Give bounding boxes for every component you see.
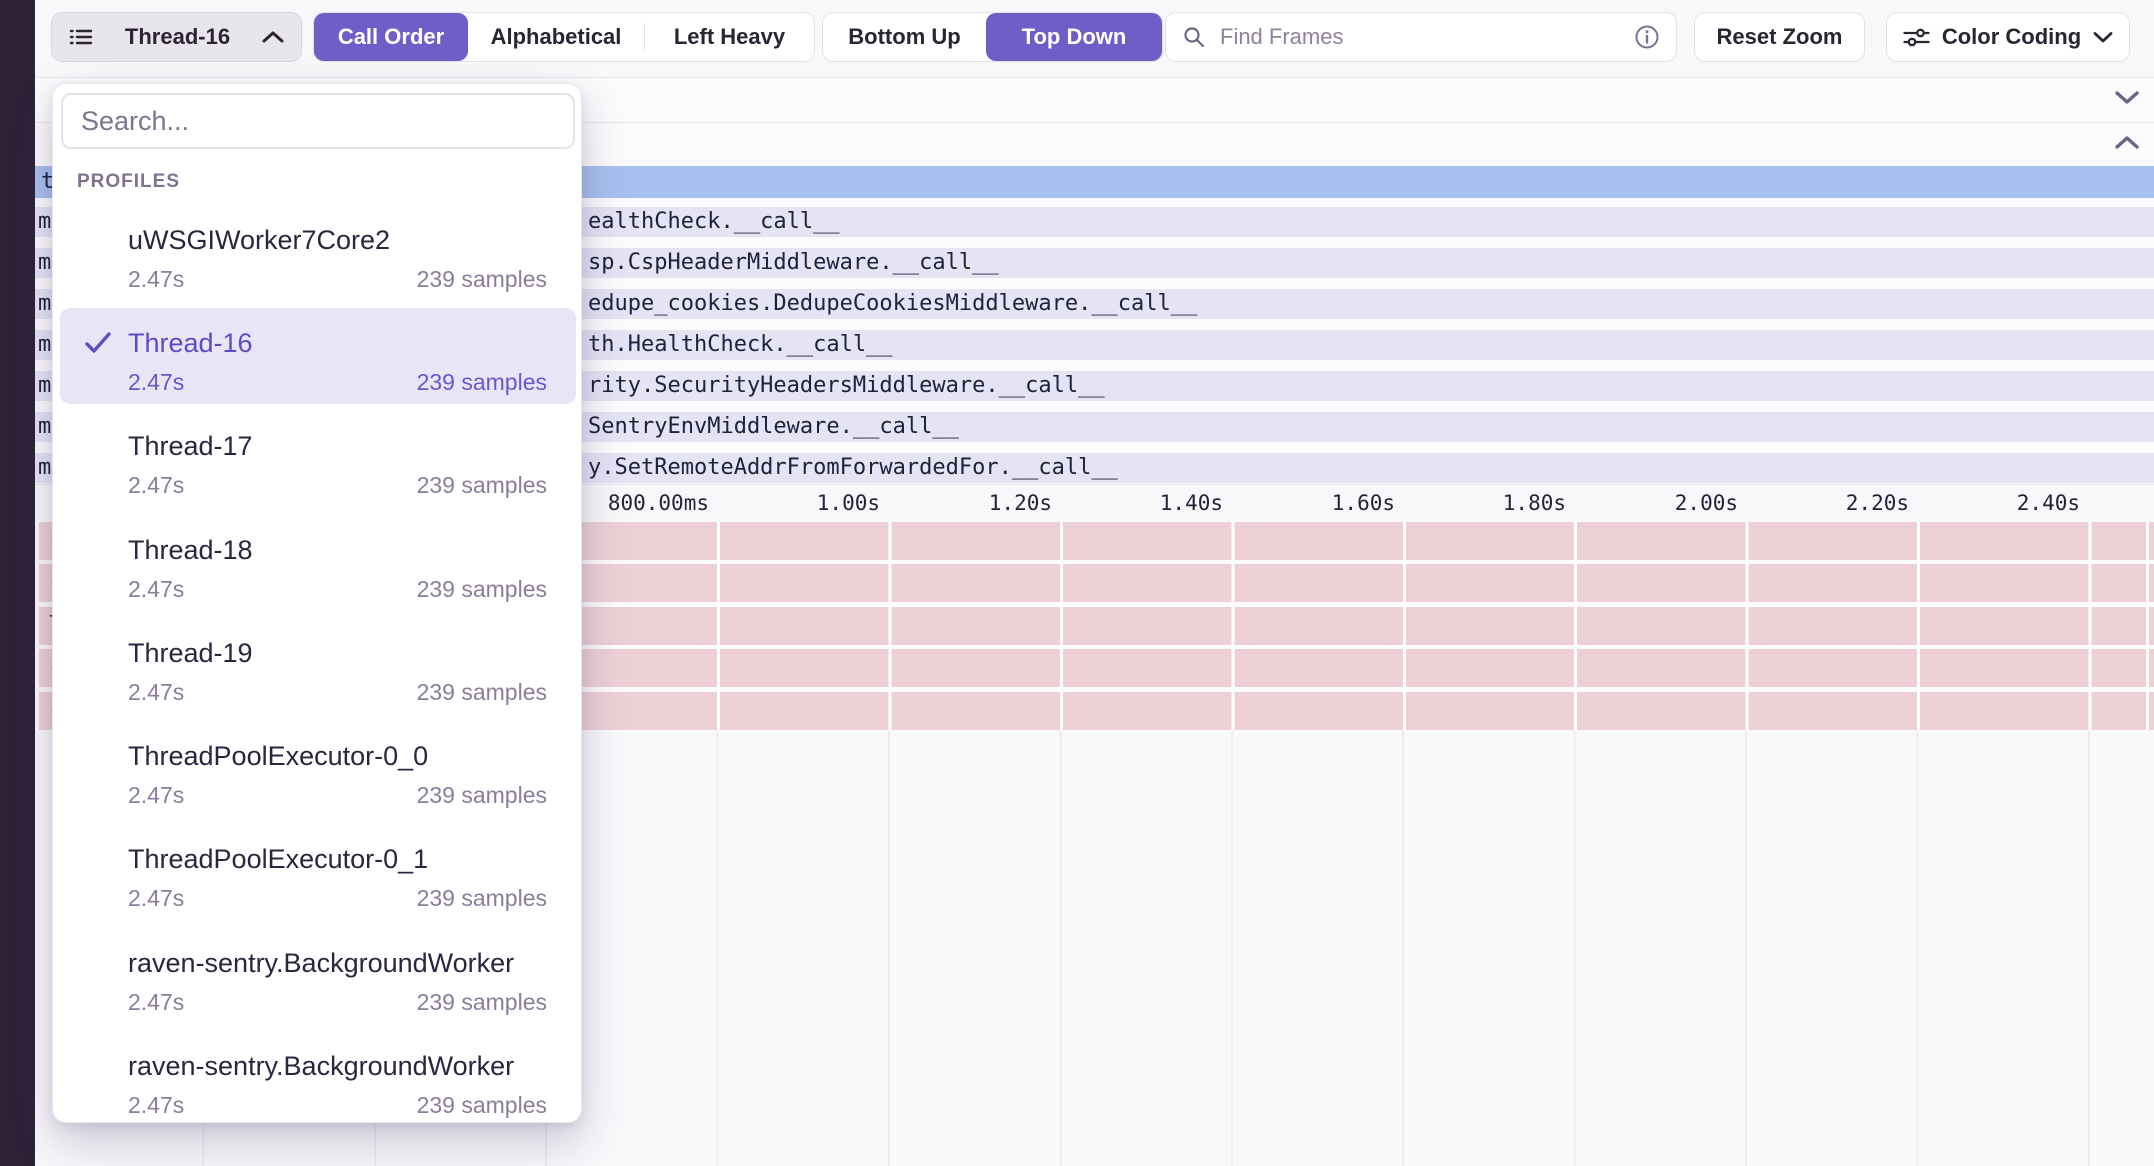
profile-duration: 2.47s <box>128 1092 184 1118</box>
profile-duration: 2.47s <box>128 369 184 395</box>
chevron-up-icon[interactable] <box>2114 135 2140 155</box>
profile-samples: 239 samples <box>417 987 547 1017</box>
info-icon[interactable] <box>1634 24 1660 50</box>
profile-samples: 239 samples <box>417 264 547 294</box>
profile-item[interactable]: raven-sentry.BackgroundWorker 2.47s 239 s… <box>53 939 583 1023</box>
profile-item[interactable]: raven-sentry.BackgroundWorker 2.47s 239 s… <box>53 1042 583 1126</box>
axis-tick-label: 1.40s <box>1053 485 1223 521</box>
reset-zoom-button[interactable]: Reset Zoom <box>1694 12 1865 62</box>
search-icon <box>1182 25 1206 49</box>
toolbar: Thread-16 Call Order Alphabetical Left H… <box>0 0 2154 78</box>
gridline <box>2146 522 2149 730</box>
profile-duration: 2.47s <box>128 679 184 705</box>
profile-item[interactable]: Thread-17 2.47s 239 samples <box>53 422 583 506</box>
chevron-up-icon <box>261 30 285 44</box>
axis-tick-label: 2.20s <box>1739 485 1909 521</box>
sliders-icon <box>1903 26 1930 49</box>
profile-name: Thread-18 <box>128 526 583 574</box>
profile-item[interactable]: ThreadPoolExecutor-0_0 2.47s 239 samples <box>53 732 583 816</box>
sort-option-call-order[interactable]: Call Order <box>314 13 468 61</box>
profile-name: raven-sentry.BackgroundWorker <box>128 939 583 987</box>
profile-item[interactable]: Thread-19 2.47s 239 samples <box>53 629 583 713</box>
sort-order-control: Call Order Alphabetical Left Heavy <box>313 12 815 62</box>
list-icon <box>68 24 94 50</box>
profile-samples: 239 samples <box>417 1090 547 1120</box>
frame-text-fragment: m <box>38 371 51 401</box>
frame-label: edupe_cookies.DedupeCookiesMiddleware.__… <box>588 289 1197 319</box>
frame-text-fragment: m <box>38 248 51 278</box>
view-direction-control: Bottom Up Top Down <box>822 12 1163 62</box>
find-frames-input[interactable] <box>1165 12 1677 62</box>
axis-tick-label: 1.20s <box>882 485 1052 521</box>
frame-label: ealthCheck.__call__ <box>588 207 840 237</box>
profile-samples: 239 samples <box>417 367 547 397</box>
frame-text-fragment: m <box>38 289 51 319</box>
profile-samples: 239 samples <box>417 574 547 604</box>
profile-samples: 239 samples <box>417 883 547 913</box>
axis-tick-label: 2.00s <box>1568 485 1738 521</box>
profile-duration: 2.47s <box>128 782 184 808</box>
profiling-flamegraph-screen: t m ealthCheck.__call__ m sp.CspHeaderMi… <box>0 0 2154 1166</box>
thread-selector-label: Thread-16 <box>125 24 230 50</box>
frame-text-fragment: m <box>38 207 51 237</box>
profile-item[interactable]: uWSGIWorker7Core2 2.47s 239 samples <box>53 216 583 300</box>
thread-search-box[interactable] <box>61 93 575 149</box>
profile-name: ThreadPoolExecutor-0_0 <box>128 732 583 780</box>
profiles-section-label: PROFILES <box>77 171 180 193</box>
profile-duration: 2.47s <box>128 266 184 292</box>
view-option-top-down[interactable]: Top Down <box>986 13 1162 61</box>
app-sidebar-strip <box>0 0 35 1166</box>
frame-label: sp.CspHeaderMiddleware.__call__ <box>588 248 999 278</box>
profile-name: Thread-16 <box>128 319 583 367</box>
profile-name: Thread-17 <box>128 422 583 470</box>
frame-text-fragment: m <box>38 453 51 483</box>
axis-tick-label: 1.80s <box>1396 485 1566 521</box>
profile-name: raven-sentry.BackgroundWorker <box>128 1042 583 1090</box>
axis-tick-label: 2.40s <box>1910 485 2080 521</box>
chevron-down-icon <box>2093 31 2113 43</box>
profile-duration: 2.47s <box>128 472 184 498</box>
frame-text-fragment: m <box>38 412 51 442</box>
frame-text-fragment: m <box>38 330 51 360</box>
profile-samples: 239 samples <box>417 470 547 500</box>
chevron-down-icon[interactable] <box>2114 90 2140 110</box>
frame-label: th.HealthCheck.__call__ <box>588 330 893 360</box>
color-coding-label: Color Coding <box>1942 24 2081 50</box>
frame-label: rity.SecurityHeadersMiddleware.__call__ <box>588 371 1105 401</box>
thread-selector-button[interactable]: Thread-16 <box>51 12 302 62</box>
frame-label: y.SetRemoteAddrFromForwardedFor.__call__ <box>588 453 1118 483</box>
profile-name: ThreadPoolExecutor-0_1 <box>128 835 583 883</box>
axis-tick-label: 1.00s <box>710 485 880 521</box>
profile-name: uWSGIWorker7Core2 <box>128 216 583 264</box>
view-option-bottom-up[interactable]: Bottom Up <box>823 13 986 61</box>
profile-item[interactable]: ThreadPoolExecutor-0_1 2.47s 239 samples <box>53 835 583 919</box>
frame-label: SentryEnvMiddleware.__call__ <box>588 412 959 442</box>
profile-item[interactable]: Thread-18 2.47s 239 samples <box>53 526 583 610</box>
check-icon <box>83 330 113 361</box>
thread-dropdown-panel: PROFILES uWSGIWorker7Core2 2.47s 239 samp… <box>52 83 582 1123</box>
sort-option-alphabetical[interactable]: Alphabetical <box>468 13 644 61</box>
color-coding-button[interactable]: Color Coding <box>1886 12 2130 62</box>
axis-tick-label: 1.60s <box>1225 485 1395 521</box>
profile-duration: 2.47s <box>128 576 184 602</box>
profile-duration: 2.47s <box>128 885 184 911</box>
profile-item-selected[interactable]: Thread-16 2.47s 239 samples <box>53 319 583 403</box>
profile-name: Thread-19 <box>128 629 583 677</box>
find-frames-text-field[interactable] <box>1218 23 1622 51</box>
profile-samples: 239 samples <box>417 780 547 810</box>
thread-search-input[interactable] <box>79 105 557 138</box>
profile-samples: 239 samples <box>417 677 547 707</box>
profile-duration: 2.47s <box>128 989 184 1015</box>
sort-option-left-heavy[interactable]: Left Heavy <box>645 13 814 61</box>
